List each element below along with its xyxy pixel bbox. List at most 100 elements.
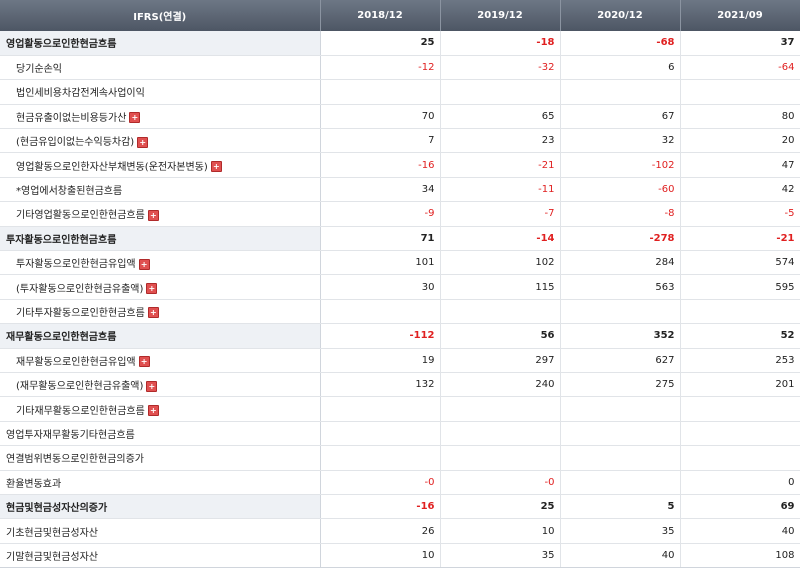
value-cell: 47 — [680, 152, 800, 178]
row-label-cell[interactable]: 재무활동으로인한현금유입액 + — [0, 348, 321, 373]
expand-plus-icon[interactable]: + — [138, 258, 150, 270]
expand-plus-icon[interactable]: + — [129, 112, 141, 124]
row-label-cell[interactable]: 기타투자활동으로인한현금흐름 + — [0, 299, 321, 325]
table-row: 재무활동으로인한현금유입액 +19 297 627 253 — [0, 348, 800, 373]
value-cell — [560, 445, 681, 471]
row-label: 영업활동으로인한자산부채변동(운전자본변동) — [16, 161, 208, 173]
value-cell: -18 — [440, 31, 561, 56]
row-label: 기초현금및현금성자산 — [6, 527, 98, 539]
expand-plus-icon[interactable]: + — [146, 380, 158, 392]
value-cell: 7 — [320, 128, 441, 154]
table-row: 법인세비용차감전계속사업이익 — [0, 79, 800, 105]
value-cell: -102 — [560, 152, 681, 178]
value-cell: 34 — [320, 177, 441, 203]
value-cell: -16 — [320, 494, 441, 520]
row-label-cell[interactable]: 기타영업활동으로인한현금흐름 + — [0, 201, 321, 227]
value-cell — [560, 79, 681, 105]
value-cell: 37 — [680, 31, 800, 56]
table-row: 영업활동으로인한자산부채변동(운전자본변동) + -16 -21 -102 47 — [0, 152, 800, 178]
table-row: 현금유출이없는비용등가산 +70 65 67 80 — [0, 104, 800, 130]
value-cell — [440, 445, 561, 471]
value-cell — [560, 299, 681, 325]
value-cell: 20 — [680, 128, 800, 154]
value-cell: 69 — [680, 494, 800, 520]
value-cell — [320, 299, 441, 325]
expand-plus-icon[interactable]: + — [138, 356, 150, 368]
header-label[interactable]: IFRS(연결) — [0, 0, 321, 31]
row-label: (재무활동으로인한현금유출액) — [16, 381, 144, 393]
value-cell: 108 — [680, 543, 800, 568]
value-cell: 67 — [560, 104, 681, 130]
value-cell: -11 — [440, 177, 561, 203]
table-row: 당기순손익 -12 -32 6 -64 — [0, 55, 800, 81]
row-label-cell[interactable]: (현금유입이없는수익등차감) + — [0, 128, 321, 154]
row-label: (현금유입이없는수익등차감) — [16, 137, 135, 149]
row-label: 재무활동으로인한현금유입액 — [16, 356, 136, 368]
value-cell: 65 — [440, 104, 561, 130]
value-cell: 201 — [680, 372, 800, 398]
row-label-cell: 영업투자재무활동기타현금흐름 — [0, 421, 321, 447]
header-period-3[interactable]: 2020/12 — [560, 0, 681, 31]
value-cell: -14 — [440, 226, 561, 252]
row-label-cell[interactable]: (재무활동으로인한현금유출액) + — [0, 372, 321, 398]
value-cell: 574 — [680, 250, 800, 276]
row-label: 영업활동으로인한현금흐름 — [6, 39, 117, 51]
value-cell: 40 — [560, 543, 681, 568]
value-cell: 35 — [560, 518, 681, 544]
value-cell: 595 — [680, 274, 800, 300]
value-cell: -64 — [680, 55, 800, 81]
value-cell: 6 — [560, 55, 681, 81]
expand-plus-icon[interactable]: + — [137, 136, 149, 148]
value-cell — [440, 299, 561, 325]
row-label-cell[interactable]: 영업활동으로인한자산부채변동(운전자본변동) + — [0, 152, 321, 178]
row-label: 투자활동으로인한현금흐름 — [6, 234, 117, 246]
value-cell: 42 — [680, 177, 800, 203]
header-period-4[interactable]: 2021/09 — [680, 0, 800, 31]
table-row: 재무활동으로인한현금흐름 -112 56 352 52 — [0, 323, 800, 349]
row-label-cell: 기말현금및현금성자산 — [0, 543, 321, 568]
row-label-cell[interactable]: 기타재무활동으로인한현금흐름 + — [0, 396, 321, 422]
table-row: 환율변동효과 -0 -0 0 — [0, 470, 800, 495]
table-row: 기말현금및현금성자산 10 35 40 108 — [0, 543, 800, 568]
value-cell: 80 — [680, 104, 800, 130]
header-period-2[interactable]: 2019/12 — [440, 0, 561, 31]
header-period-1[interactable]: 2018/12 — [320, 0, 441, 31]
row-label: 당기순손익 — [16, 64, 62, 76]
value-cell: 25 — [320, 31, 441, 56]
value-cell — [560, 396, 681, 422]
value-cell: 10 — [320, 543, 441, 568]
value-cell: -5 — [680, 201, 800, 227]
value-cell: 101 — [320, 250, 441, 276]
value-cell: 275 — [560, 372, 681, 398]
value-cell: 52 — [680, 323, 800, 349]
value-cell: 253 — [680, 348, 800, 373]
table-row: 기타투자활동으로인한현금흐름 + — [0, 299, 800, 325]
row-label: 연결범위변동으로인한현금의증가 — [6, 454, 144, 466]
value-cell: -0 — [320, 470, 441, 495]
row-label-cell[interactable]: 현금유출이없는비용등가산 + — [0, 104, 321, 130]
row-label: 환율변동효과 — [6, 478, 62, 490]
row-label-cell[interactable]: (투자활동으로인한현금유출액) + — [0, 274, 321, 300]
value-cell — [680, 445, 800, 471]
value-cell: 563 — [560, 274, 681, 300]
expand-plus-icon[interactable]: + — [147, 307, 159, 319]
table-row: (현금유입이없는수익등차감) +7 23 32 20 — [0, 128, 800, 154]
table-row: *영업에서창출된현금흐름 34 -11 -60 42 — [0, 177, 800, 203]
value-cell: 56 — [440, 323, 561, 349]
row-label-cell: 환율변동효과 — [0, 470, 321, 495]
row-label-cell: 기초현금및현금성자산 — [0, 518, 321, 544]
row-label-cell[interactable]: 투자활동으로인한현금유입액 + — [0, 250, 321, 276]
row-label: 기타재무활동으로인한현금흐름 — [16, 405, 145, 417]
value-cell: 102 — [440, 250, 561, 276]
value-cell — [680, 79, 800, 105]
expand-plus-icon[interactable]: + — [146, 283, 158, 295]
row-label: 현금및현금성자산의증가 — [6, 503, 108, 515]
expand-plus-icon[interactable]: + — [210, 161, 222, 173]
value-cell: 26 — [320, 518, 441, 544]
header-row: IFRS(연결) 2018/12 2019/12 2020/12 2021/09 — [0, 0, 800, 31]
value-cell: 71 — [320, 226, 441, 252]
expand-plus-icon[interactable]: + — [147, 209, 159, 221]
row-label: 현금유출이없는비용등가산 — [16, 112, 127, 124]
expand-plus-icon[interactable]: + — [147, 405, 159, 417]
value-cell: -9 — [320, 201, 441, 227]
